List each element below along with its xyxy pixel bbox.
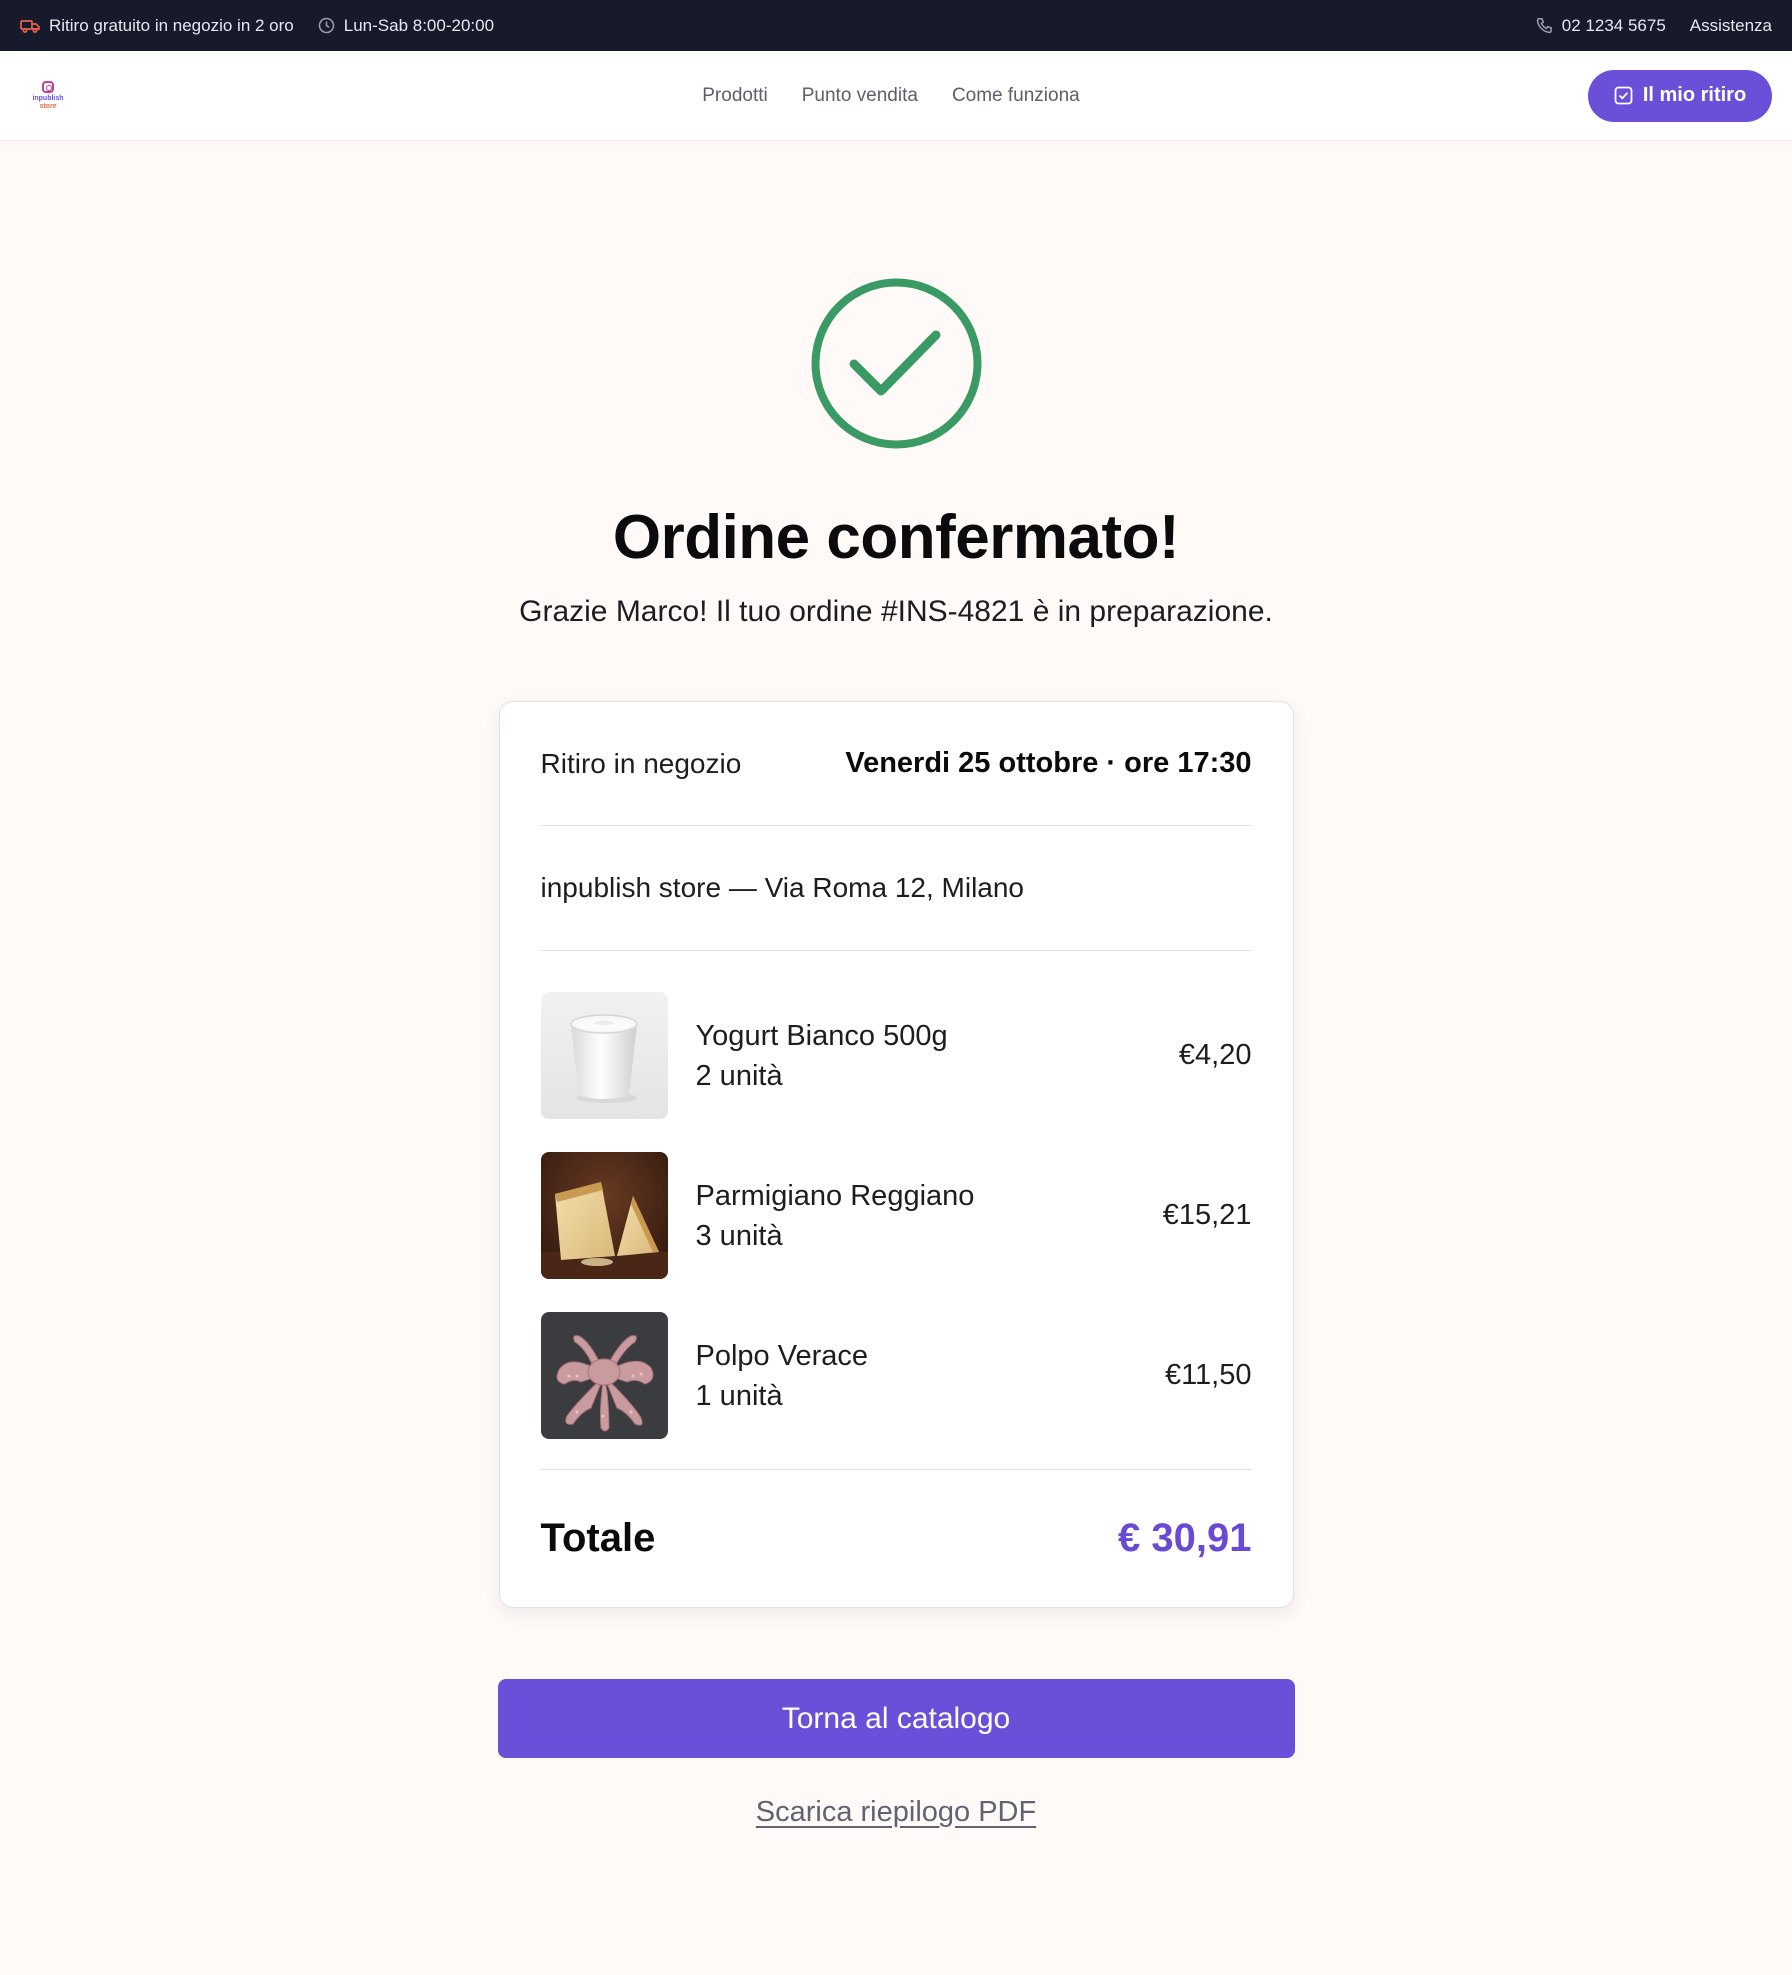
item-price: €15,21 [1162, 1199, 1252, 1231]
order-item: Parmigiano Reggiano 3 unità €15,21 [540, 1152, 1252, 1279]
item-name: Parmigiano Reggiano [695, 1179, 975, 1212]
order-item: Polpo Verace 1 unità €11,50 [540, 1312, 1252, 1439]
truck-icon [20, 19, 40, 33]
my-pickup-label: Il mio ritiro [1642, 84, 1747, 106]
item-price: €4,20 [1178, 1039, 1252, 1071]
pickup-row: Ritiro in negozio Venerdi 25 ottobre · o… [540, 702, 1252, 826]
item-quantity: 2 unità [695, 1059, 783, 1092]
pickup-datetime: Venerdi 25 ottobre · ore 17:30 [845, 747, 1252, 779]
item-name: Yogurt Bianco 500g [695, 1019, 948, 1052]
main-nav: Prodotti Punto vendita Come funziona [0, 51, 1792, 140]
phone-number: 02 1234 5675 [1561, 15, 1666, 35]
site-header: inpublish store Prodotti Punto vendita C… [0, 51, 1792, 141]
store-address: inpublish store — Via Roma 12, Milano [540, 872, 1025, 903]
top-info-bar: Ritiro gratuito in negozio in 2 oro Lun-… [0, 0, 1792, 51]
pickup-label: Ritiro in negozio [540, 747, 742, 779]
store-hours: Lun-Sab 8:00-20:00 [318, 16, 494, 36]
clock-icon [318, 17, 334, 34]
item-name: Polpo Verace [695, 1339, 869, 1372]
logo-camera-icon [42, 81, 54, 93]
octopus-image [540, 1312, 668, 1439]
download-pdf-link[interactable]: Scarica riepilogo PDF [756, 1796, 1036, 1829]
total-row: Totale € 30,91 [541, 1470, 1252, 1607]
order-items: Yogurt Bianco 500g 2 unità €4,20 Parmigi… [540, 951, 1252, 1470]
parmigiano-image [540, 1152, 668, 1279]
item-price: €11,50 [1164, 1359, 1252, 1391]
store-row: inpublish store — Via Roma 12, Milano [540, 826, 1252, 951]
phone-link[interactable]: 02 1234 5675 [1536, 16, 1666, 36]
logo-text-line1: inpublish [32, 95, 64, 102]
confirmation-page: Ordine confermato! Grazie Marco! Il tuo … [0, 141, 1792, 1829]
nav-prodotti[interactable]: Prodotti [702, 85, 767, 107]
success-check-icon [810, 277, 983, 450]
back-to-catalog-button[interactable]: Torna al catalogo [497, 1679, 1295, 1758]
pickup-note: Ritiro gratuito in negozio in 2 oro [20, 16, 294, 36]
nav-come-funziona[interactable]: Come funziona [952, 85, 1080, 107]
support-link[interactable]: Assistenza [1690, 16, 1772, 36]
checkbox-icon [1614, 86, 1633, 105]
order-item: Yogurt Bianco 500g 2 unità €4,20 [540, 992, 1252, 1119]
item-quantity: 1 unità [695, 1379, 783, 1412]
nav-punto-vendita[interactable]: Punto vendita [802, 85, 918, 107]
total-label: Totale [540, 1516, 656, 1560]
logo-text-line2: store [39, 103, 57, 110]
store-logo[interactable]: inpublish store [28, 81, 68, 110]
store-hours-text: Lun-Sab 8:00-20:00 [343, 15, 495, 35]
phone-icon [1536, 18, 1552, 34]
item-quantity: 3 unità [695, 1219, 783, 1252]
total-value: € 30,91 [1118, 1516, 1252, 1560]
my-pickup-button[interactable]: Il mio ritiro [1588, 69, 1772, 122]
page-title: Ordine confermato! [612, 503, 1180, 572]
order-summary-card: Ritiro in negozio Venerdi 25 ottobre · o… [498, 701, 1294, 1608]
pickup-note-text: Ritiro gratuito in negozio in 2 oro [49, 15, 294, 35]
confirmation-subtitle: Grazie Marco! Il tuo ordine #INS-4821 è … [519, 595, 1273, 628]
yogurt-image [540, 992, 668, 1119]
